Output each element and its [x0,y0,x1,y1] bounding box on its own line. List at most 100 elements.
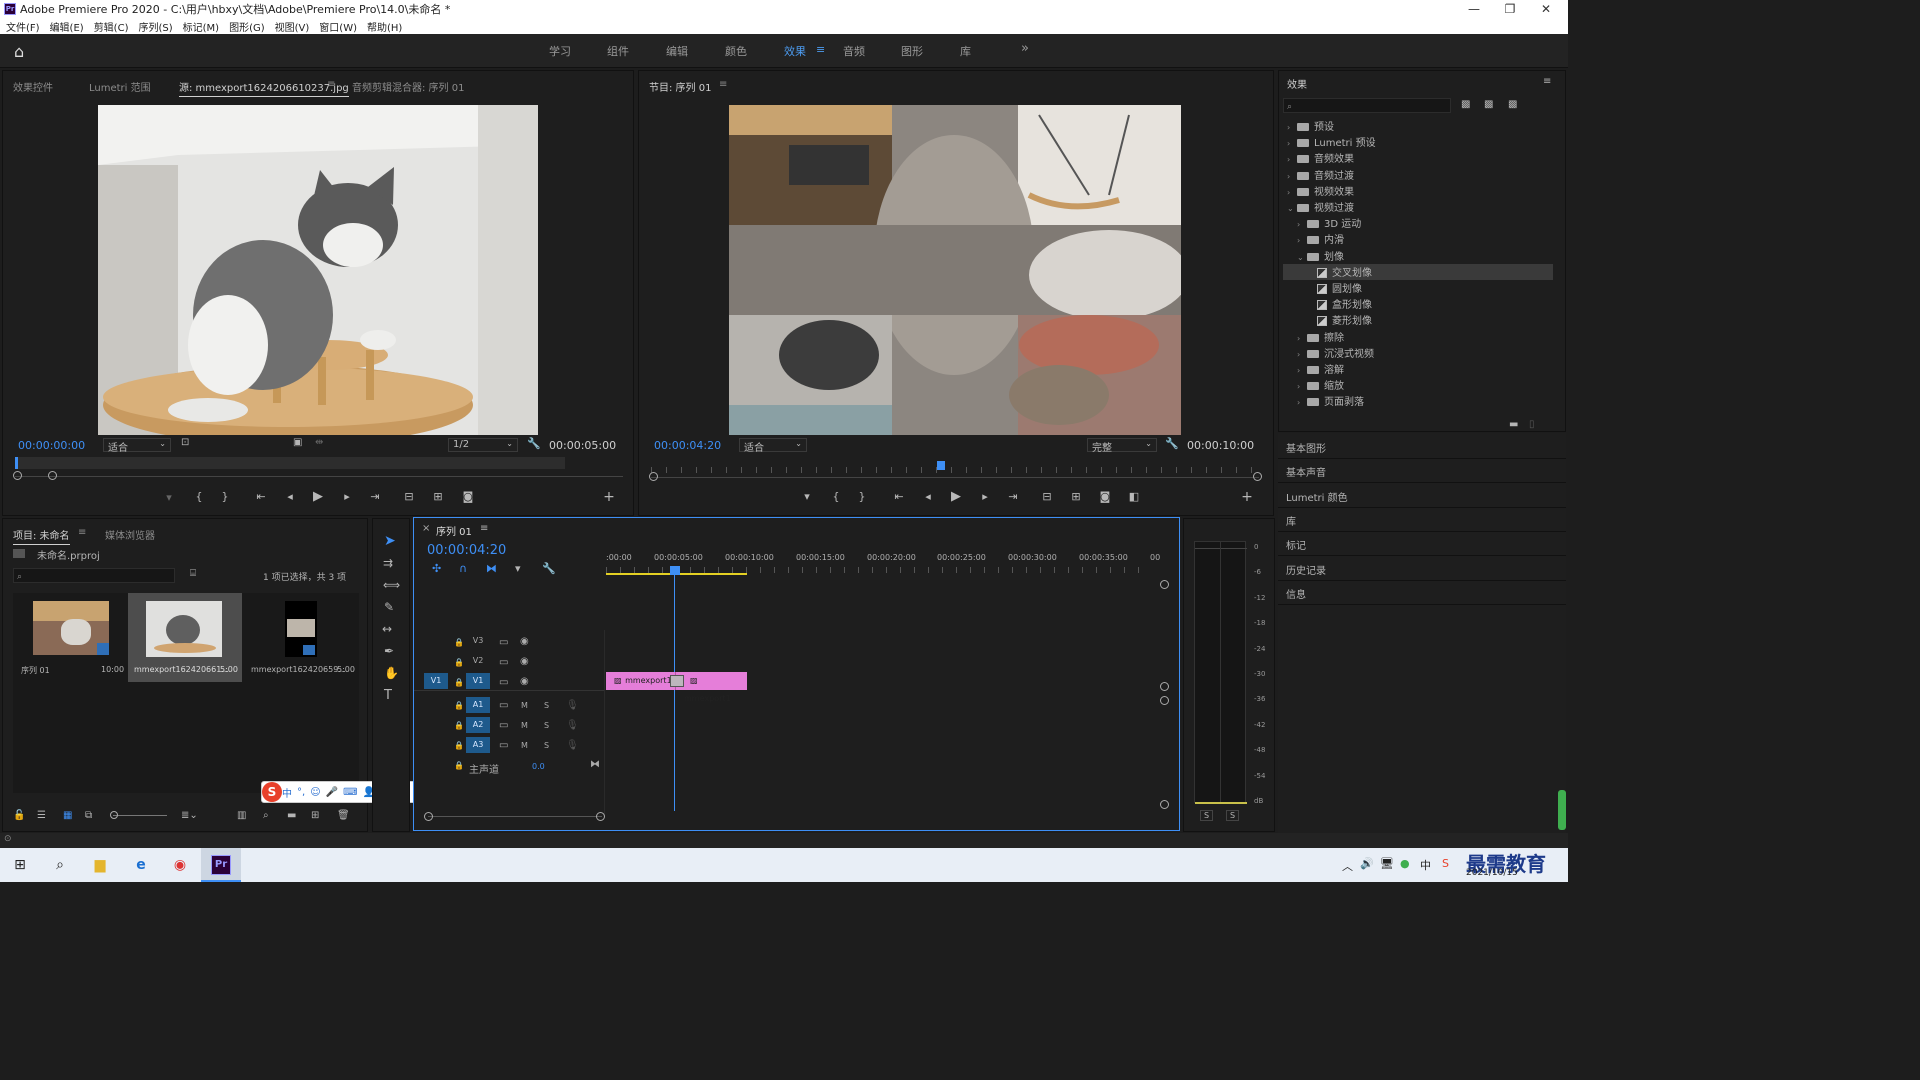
add-marker-icon[interactable]: ▾ [161,491,177,504]
list-view-icon[interactable]: ☰ [37,810,46,821]
timeline-timecode[interactable]: 00:00:04:20 [427,543,506,558]
volume-icon[interactable]: 🔊 [1360,857,1374,870]
export-frame-icon[interactable]: ◙ [460,490,476,503]
ime-chinese-mode[interactable]: 中 [282,785,292,800]
program-playhead[interactable] [937,461,945,470]
drag-audio-icon[interactable]: ⇹ [315,437,323,448]
program-quality-dropdown[interactable]: 完整 ⌄ [1087,438,1157,454]
menu-view[interactable]: 视图(V) [275,19,310,34]
workspace-audio[interactable]: 音频 [843,43,865,59]
effects-tree-item[interactable]: › 擦除 [1297,329,1344,345]
project-item-image-1[interactable]: mmexport162420661... 5:00 [128,593,242,682]
sync-lock-icon[interactable]: ▭ [499,740,508,751]
sogou-tray-icon[interactable]: S [1442,857,1449,870]
effects-tree-item[interactable]: 菱形划像 [1307,312,1372,328]
hand-tool-icon[interactable]: ✋ [384,666,399,680]
timeline-clip[interactable]: ▨ mmexport1 [606,672,676,690]
workspace-menu-icon[interactable]: ≡ [816,43,825,56]
tab-audio-clip-mixer[interactable]: 音频剪辑混合器: 序列 01 [352,79,464,94]
minimize-button[interactable]: — [1456,0,1492,18]
panel-essential-sound[interactable]: 基本声音 [1286,464,1326,479]
effects-tree-item[interactable]: › 音频过渡 [1287,167,1354,183]
track-a2-label[interactable]: A2 [466,717,490,733]
lock-icon[interactable]: 🔓 [13,810,25,821]
sogou-ime-icon[interactable]: S [262,782,282,802]
program-mark-in-icon[interactable]: { [828,490,844,503]
ime-tray-icon[interactable]: 中 [1420,857,1431,873]
mute-button[interactable]: M [521,701,528,710]
panel-markers[interactable]: 标记 [1286,537,1306,552]
accelerated-effects-icon[interactable]: ▩ [1461,99,1470,110]
play-icon[interactable]: ▶ [310,489,326,504]
source-fit-dropdown[interactable]: 适合 ⌄ [103,438,171,454]
master-expand-icon[interactable]: ⧓ [590,759,600,770]
lock-track-icon[interactable]: 🔒 [454,741,464,750]
effects-tree-item[interactable]: › 缩放 [1297,377,1344,393]
panel-libraries[interactable]: 库 [1286,513,1296,528]
eye-icon[interactable]: ◉ [520,676,529,687]
windows-start-icon[interactable]: ⊞ [10,855,30,875]
lock-track-icon[interactable]: 🔒 [454,678,464,687]
program-timecode[interactable]: 00:00:04:20 [654,439,721,452]
ime-voice-icon[interactable]: 🎤 [326,787,338,798]
button-editor-plus-icon[interactable]: + [601,489,617,505]
program-step-back-icon[interactable]: ◂ [920,490,936,503]
program-mark-out-icon[interactable]: } [854,490,870,503]
timeline-sequence-title[interactable]: 序列 01 [436,523,472,538]
lock-track-icon[interactable]: 🔒 [454,638,464,647]
sync-lock-icon[interactable]: ▭ [499,677,508,688]
snap-icon[interactable]: ∩ [459,562,467,575]
sync-lock-icon[interactable]: ▭ [499,720,508,731]
chevron-right-icon[interactable]: › [1287,188,1297,197]
menu-help[interactable]: 帮助(H) [367,19,402,34]
sort-icon[interactable]: ≣⌄ [181,810,198,821]
track-a1-label[interactable]: A1 [466,697,490,713]
effects-tree-item[interactable]: ⌄ 视频过渡 [1287,199,1354,215]
chevron-right-icon[interactable]: › [1287,139,1297,148]
audio-scroll-handle-bottom[interactable] [1160,800,1169,809]
lock-track-icon[interactable]: 🔒 [454,701,464,710]
mute-button[interactable]: M [521,741,528,750]
eye-icon[interactable]: ◉ [520,656,529,667]
effects-tree-item[interactable]: › 页面剥落 [1297,393,1364,409]
thumbnail-zoom-slider[interactable] [113,815,167,816]
workspace-graphics[interactable]: 图形 [901,43,923,59]
program-fit-dropdown[interactable]: 适合 ⌄ [739,438,807,454]
edge-browser-icon[interactable]: e [131,855,151,875]
timeline-playhead-handle[interactable] [670,566,680,575]
source-resolution-dropdown[interactable]: 1/2 ⌄ [448,438,518,452]
lift-icon[interactable]: ⊟ [1039,490,1055,503]
solo-button[interactable]: S [544,721,549,730]
safe-margins-icon[interactable]: ⊡ [181,437,189,448]
chevron-right-icon[interactable]: › [1297,398,1307,407]
menu-clip[interactable]: 剪辑(C) [94,19,129,34]
master-volume-value[interactable]: 0.0 [532,762,545,771]
workspace-editing[interactable]: 编辑 [666,43,688,59]
effects-tree-item[interactable]: › 内滑 [1297,231,1344,247]
effects-tree-item[interactable]: 盒形划像 [1307,296,1372,312]
go-to-in-icon[interactable]: ⇤ [253,490,269,503]
insert-icon[interactable]: ⊟ [401,490,417,503]
program-go-to-in-icon[interactable]: ⇤ [891,490,907,503]
ime-emoji-icon[interactable]: ☺ [310,787,320,798]
track-a3-label[interactable]: A3 [466,737,490,753]
chevron-right-icon[interactable]: › [1297,220,1307,229]
chrome-browser-icon[interactable]: ◉ [170,855,190,875]
close-button[interactable]: ✕ [1528,0,1564,18]
chevron-right-icon[interactable]: › [1297,350,1307,359]
chevron-right-icon[interactable]: › [1297,236,1307,245]
timeline-zoom-handle-right[interactable] [596,812,605,821]
track-select-tool-icon[interactable]: ⇉ [383,556,393,570]
ripple-edit-tool-icon[interactable]: ⟺ [383,578,400,592]
workspace-libraries[interactable]: 库 [960,43,971,59]
lock-track-icon[interactable]: 🔒 [454,761,464,770]
effects-tree-item[interactable]: ⌄ 划像 [1297,248,1344,264]
more-workspaces-icon[interactable]: » [1021,41,1029,56]
program-button-editor-plus-icon[interactable]: + [1239,489,1255,505]
source-scrub-bar[interactable] [15,457,565,469]
program-tab-menu-icon[interactable]: ≡ [719,79,727,90]
timeline-ruler[interactable]: :00:00 00:00:05:00 00:00:10:00 00:00:15:… [606,553,1166,575]
mark-in-icon[interactable]: { [191,490,207,503]
automate-to-sequence-icon[interactable]: ▥ [237,810,246,821]
timeline-clip[interactable]: ▨ mmexport1 [684,672,747,703]
